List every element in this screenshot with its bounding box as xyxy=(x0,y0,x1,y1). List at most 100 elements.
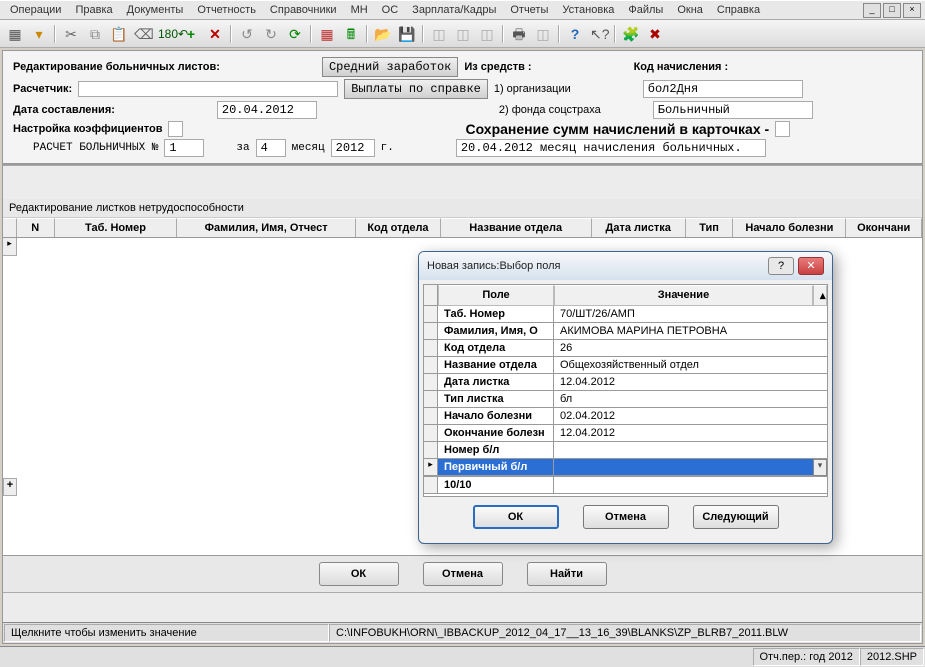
tb-exit-icon[interactable]: ✖ xyxy=(646,25,664,43)
menu-mn[interactable]: МН xyxy=(345,2,374,18)
tb-sync-icon[interactable]: ⟳ xyxy=(286,25,304,43)
gh-date[interactable]: Дата листка xyxy=(592,218,686,237)
dialog-cell-value[interactable]: АКИМОВА МАРИНА ПЕТРОВНА xyxy=(554,323,827,340)
restore-button[interactable]: □ xyxy=(883,3,901,18)
dialog-cancel-button[interactable]: Отмена xyxy=(583,505,669,529)
dialog-row[interactable]: Код отдела26 xyxy=(424,340,827,357)
tb-add-icon[interactable]: + xyxy=(182,25,200,43)
calc-num[interactable]: 1 xyxy=(164,139,204,157)
tb-redo-icon[interactable]: ↻ xyxy=(262,25,280,43)
dialog-cell-value[interactable]: 70/ШТ/26/АМП xyxy=(554,306,827,323)
accrual-code-label: Код начисления : xyxy=(634,61,729,73)
dialog-cell-value[interactable]: бл xyxy=(554,391,827,408)
menu-help[interactable]: Справка xyxy=(711,2,766,18)
dialog-cell-value[interactable] xyxy=(554,442,827,459)
tb-help-icon[interactable]: ? xyxy=(566,25,584,43)
tb-save-icon[interactable]: 💾 xyxy=(398,25,416,43)
dialog-row[interactable]: Номер б/л xyxy=(424,442,827,459)
gh-dept-code[interactable]: Код отдела xyxy=(356,218,441,237)
tb-refresh-icon[interactable]: ↺ xyxy=(238,25,256,43)
add-row-button[interactable]: + xyxy=(3,478,17,496)
dialog-row[interactable]: Начало болезни02.04.2012 xyxy=(424,408,827,425)
dialog-scrollbar-up[interactable]: ▴ xyxy=(813,285,827,306)
dialog-hdr-value[interactable]: Значение xyxy=(554,285,813,306)
dialog-row[interactable]: Дата листка12.04.2012 xyxy=(424,374,827,391)
gh-tab[interactable]: Таб. Номер xyxy=(55,218,177,237)
dialog-row[interactable]: Окончание болезн12.04.2012 xyxy=(424,425,827,442)
tb-cut-icon[interactable]: ✂ xyxy=(62,25,80,43)
gh-start[interactable]: Начало болезни xyxy=(733,218,846,237)
menu-windows[interactable]: Окна xyxy=(671,2,709,18)
menu-documents[interactable]: Документы xyxy=(121,2,190,18)
menu-edit[interactable]: Правка xyxy=(69,2,118,18)
menu-files[interactable]: Файлы xyxy=(622,2,669,18)
menu-reports[interactable]: Отчеты xyxy=(504,2,554,18)
tb-filter-icon[interactable]: ▾ xyxy=(30,25,48,43)
accrual-code-2[interactable]: Больничный xyxy=(653,101,813,119)
save-sums-box[interactable] xyxy=(775,121,790,137)
menu-os[interactable]: ОС xyxy=(376,2,405,18)
gh-fio[interactable]: Фамилия, Имя, Отчест xyxy=(177,218,356,237)
dialog-row[interactable]: Тип листкабл xyxy=(424,391,827,408)
tb-pointer-icon[interactable]: ↖? xyxy=(590,25,608,43)
dialog-row[interactable]: Название отделаОбщехозяйственный отдел xyxy=(424,357,827,374)
dialog-row[interactable]: ▸Первичный б/л ▾ xyxy=(424,459,827,476)
main-find-button[interactable]: Найти xyxy=(527,562,607,586)
menu-directories[interactable]: Справочники xyxy=(264,2,343,18)
dialog-cell-value[interactable] xyxy=(554,459,813,476)
gh-dept-name[interactable]: Название отдела xyxy=(441,218,592,237)
menu-reporting[interactable]: Отчетность xyxy=(191,2,262,18)
tb-print-icon[interactable]: 🖶 xyxy=(510,25,528,43)
dialog-hdr-field[interactable]: Поле xyxy=(438,285,554,306)
minimize-button[interactable]: _ xyxy=(863,3,881,18)
dialog-cell-value[interactable]: 12.04.2012 xyxy=(554,425,827,442)
dialog-row[interactable]: Таб. Номер70/ШТ/26/АМП xyxy=(424,306,827,323)
tb-remove-icon[interactable]: ✕ xyxy=(206,25,224,43)
tb-copy-icon[interactable]: ⧉ xyxy=(86,25,104,43)
dialog-row[interactable]: Фамилия, Имя, ОАКИМОВА МАРИНА ПЕТРОВНА xyxy=(424,323,827,340)
gh-n[interactable]: N xyxy=(17,218,55,237)
gh-type[interactable]: Тип xyxy=(686,218,733,237)
dialog-cell-value[interactable]: 26 xyxy=(554,340,827,357)
tb-b1-icon[interactable]: ◫ xyxy=(430,25,448,43)
dialog-ok-button[interactable]: ОК xyxy=(473,505,559,529)
tb-app-icon[interactable]: 🧩 xyxy=(622,25,640,43)
payouts-button[interactable]: Выплаты по справке xyxy=(344,79,488,99)
close-button[interactable]: × xyxy=(903,3,921,18)
menu-salary[interactable]: Зарплата/Кадры xyxy=(406,2,502,18)
year-field[interactable]: 2012 xyxy=(331,139,375,157)
accrual-month-field[interactable]: 20.04.2012 месяц начисления больничных. xyxy=(456,139,766,157)
dialog-cell-field: Дата листка xyxy=(438,374,554,391)
koef-box[interactable] xyxy=(168,121,183,137)
tb-undo-icon[interactable]: 180↶ xyxy=(158,25,176,43)
dialog-help-button[interactable]: ? xyxy=(768,257,794,275)
tb-paste-icon[interactable]: 📋 xyxy=(110,25,128,43)
tb-b3-icon[interactable]: ◫ xyxy=(478,25,496,43)
dialog-cell-value[interactable]: 02.04.2012 xyxy=(554,408,827,425)
menu-operations[interactable]: Операции xyxy=(4,2,67,18)
tb-grid-icon[interactable]: ▦ xyxy=(6,25,24,43)
main-ok-button[interactable]: ОК xyxy=(319,562,399,586)
dialog-cell-value[interactable]: Общехозяйственный отдел xyxy=(554,357,827,374)
tb-delete-icon[interactable]: ⌫ xyxy=(134,25,152,43)
tb-open-icon[interactable]: 📂 xyxy=(374,25,392,43)
tb-calc-icon[interactable]: 🖩 xyxy=(342,25,360,43)
main-cancel-button[interactable]: Отмена xyxy=(423,562,503,586)
dropdown-icon[interactable]: ▾ xyxy=(813,459,827,476)
raschetnik-field[interactable] xyxy=(78,81,338,97)
dialog-titlebar[interactable]: Новая запись:Выбор поля ? ✕ xyxy=(419,252,832,280)
tb-pp-icon[interactable]: ◫ xyxy=(534,25,552,43)
dialog-next-button[interactable]: Следующий xyxy=(693,505,779,529)
gh-end[interactable]: Окончани xyxy=(846,218,922,237)
dialog-close-button[interactable]: ✕ xyxy=(798,257,824,275)
menu-setup[interactable]: Установка xyxy=(556,2,620,18)
dialog-footer-spacer xyxy=(554,477,827,494)
month-num[interactable]: 4 xyxy=(256,139,286,157)
dialog-grid[interactable]: Поле Значение ▴ Таб. Номер70/ШТ/26/АМПФа… xyxy=(423,284,828,497)
tb-b2-icon[interactable]: ◫ xyxy=(454,25,472,43)
avg-income-button[interactable]: Средний заработок xyxy=(322,57,458,77)
tb-table-icon[interactable]: ▦ xyxy=(318,25,336,43)
date-composed-field[interactable]: 20.04.2012 xyxy=(217,101,317,119)
dialog-cell-value[interactable]: 12.04.2012 xyxy=(554,374,827,391)
accrual-code-1[interactable]: бол2Дня xyxy=(643,80,803,98)
